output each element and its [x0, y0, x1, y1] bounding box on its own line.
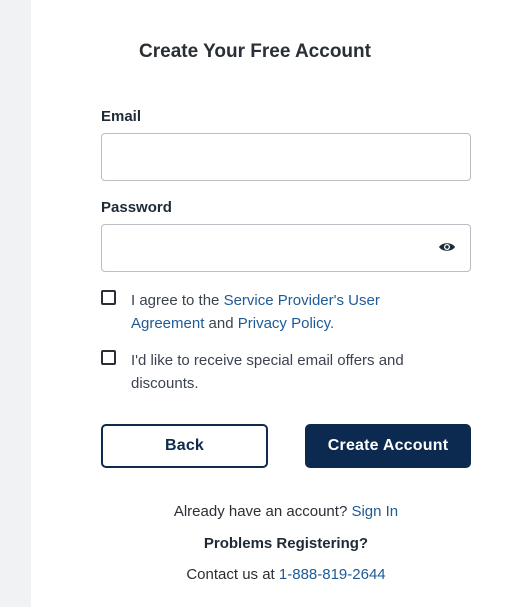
sign-in-link[interactable]: Sign In	[351, 503, 398, 520]
offers-text: I'd like to receive special email offers…	[131, 352, 404, 392]
email-label: Email	[101, 108, 142, 125]
contact-prefix: Contact us at	[186, 566, 279, 583]
page-title: Create Your Free Account	[139, 41, 371, 62]
signin-line: Already have an account? Sign In	[0, 503, 526, 520]
create-account-button[interactable]: Create Account	[305, 424, 471, 468]
offers-checkbox[interactable]	[101, 350, 116, 365]
offers-row: I'd like to receive special email offers…	[101, 349, 481, 395]
terms-row: I agree to the Service Provider's User A…	[101, 289, 481, 335]
terms-prefix: I agree to the	[131, 292, 224, 309]
back-button[interactable]: Back	[101, 424, 268, 468]
phone-link[interactable]: 1-888-819-2644	[279, 566, 386, 583]
contact-line: Contact us at 1-888-819-2644	[0, 566, 526, 583]
password-label: Password	[101, 199, 172, 216]
eye-icon[interactable]	[438, 241, 456, 253]
email-field[interactable]	[101, 133, 471, 181]
signin-prefix: Already have an account?	[173, 503, 352, 520]
terms-text: I agree to the Service Provider's User A…	[131, 289, 431, 335]
privacy-policy-link[interactable]: Privacy Policy.	[238, 315, 334, 332]
password-field[interactable]	[101, 224, 471, 272]
terms-checkbox[interactable]	[101, 290, 116, 305]
problems-heading: Problems Registering?	[203, 535, 369, 552]
terms-and: and	[204, 315, 238, 332]
